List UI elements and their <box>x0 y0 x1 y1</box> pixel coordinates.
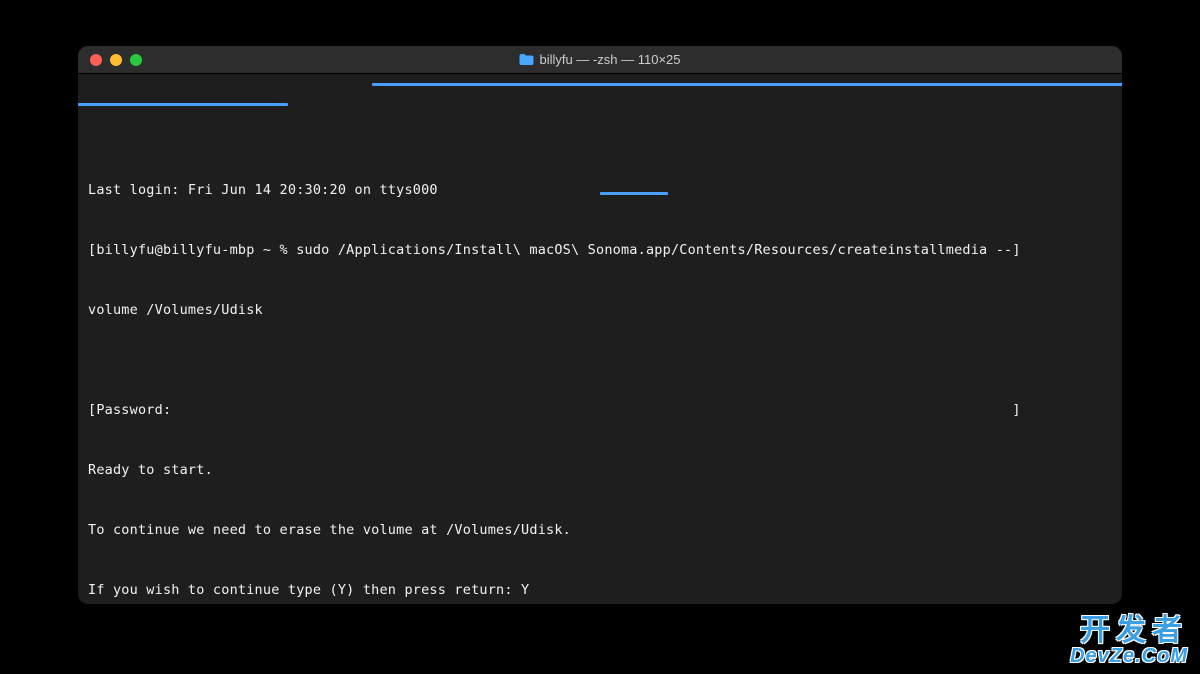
terminal-line: Ready to start. <box>88 460 1112 480</box>
annotation-underline <box>78 103 288 106</box>
watermark: 开发者 DevZe.CoM <box>1070 616 1188 666</box>
minimize-button[interactable] <box>110 54 122 66</box>
window-title-text: billyfu — -zsh — 110×25 <box>539 52 680 67</box>
terminal-line: Last login: Fri Jun 14 20:30:20 on ttys0… <box>88 180 1112 200</box>
terminal-content[interactable]: Last login: Fri Jun 14 20:30:20 on ttys0… <box>78 74 1122 604</box>
terminal-window[interactable]: billyfu — -zsh — 110×25 Last login: Fri … <box>78 46 1122 604</box>
annotation-underline <box>372 83 1122 86</box>
window-title: billyfu — -zsh — 110×25 <box>519 52 680 67</box>
watermark-en: DevZe.CoM <box>1070 646 1188 666</box>
window-titlebar[interactable]: billyfu — -zsh — 110×25 <box>78 46 1122 74</box>
terminal-line: If you wish to continue type (Y) then pr… <box>88 580 1112 600</box>
terminal-line: To continue we need to erase the volume … <box>88 520 1112 540</box>
terminal-line: volume /Volumes/Udisk <box>88 300 1112 320</box>
close-button[interactable] <box>90 54 102 66</box>
terminal-line: [Password: ] <box>88 400 1112 420</box>
folder-icon <box>519 54 533 65</box>
traffic-lights <box>90 54 142 66</box>
terminal-line: [billyfu@billyfu-mbp ~ % sudo /Applicati… <box>88 240 1112 260</box>
watermark-cn: 开发者 <box>1070 616 1188 646</box>
fullscreen-button[interactable] <box>130 54 142 66</box>
